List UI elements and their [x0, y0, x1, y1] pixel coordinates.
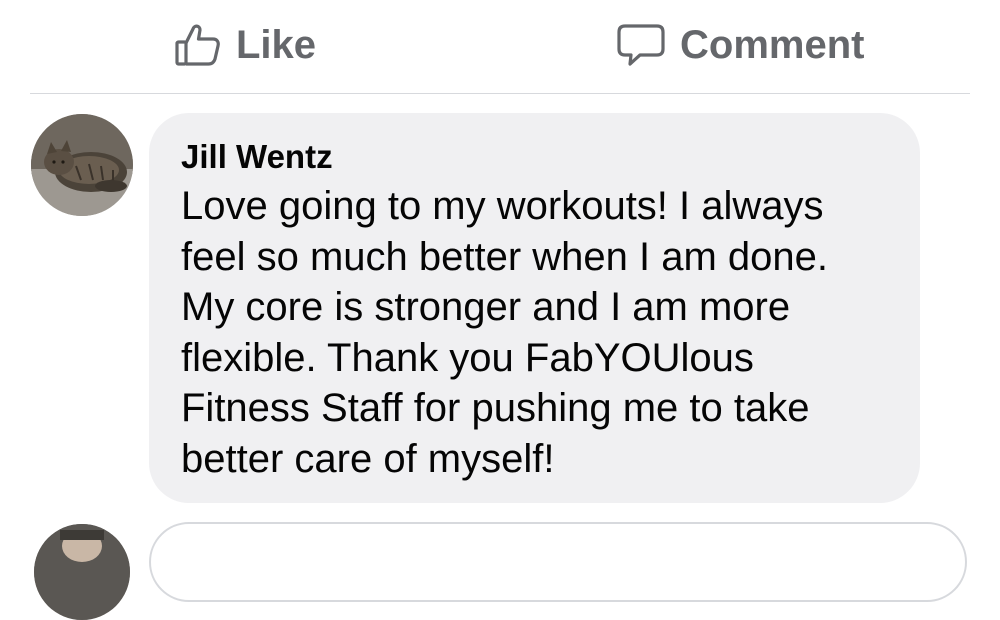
speech-bubble-icon [616, 21, 666, 69]
avatar[interactable] [34, 524, 130, 620]
post-action-bar: Like Comment [0, 0, 1000, 92]
avatar[interactable] [31, 114, 133, 216]
comment-button[interactable]: Comment [616, 18, 864, 72]
comment-bubble [149, 522, 967, 602]
comment-bubble: Jill Wentz Love going to my workouts! I … [149, 113, 920, 503]
comment-label: Comment [680, 22, 865, 67]
comment-text: Love going to my workouts! I always feel… [181, 184, 829, 481]
divider [30, 93, 970, 94]
cat-photo [31, 114, 133, 216]
comment-author[interactable]: Jill Wentz [181, 137, 888, 177]
like-button[interactable]: Like [174, 18, 316, 72]
like-label: Like [236, 22, 317, 67]
person-photo [34, 524, 130, 620]
thumbs-up-icon [174, 21, 222, 69]
